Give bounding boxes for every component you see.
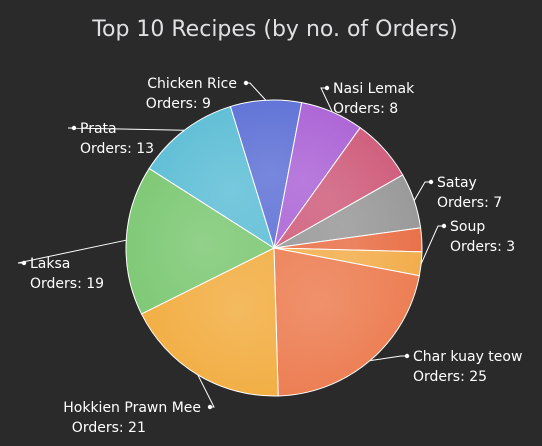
slice-label-value: Orders: 7 [437,195,502,211]
slice-label-name: Chicken Rice [147,76,237,92]
chart-title: Top 10 Recipes (by no. of Orders) [91,17,457,42]
slice-label-name: Prata [80,121,117,137]
slice-label-value: Orders: 8 [333,101,398,117]
label-dot [243,80,249,86]
slice-label-name: Satay [437,175,477,191]
slice-label-value: Orders: 25 [413,369,487,385]
label-dot [441,223,447,229]
label-connector [369,355,407,362]
slice-label-value: Orders: 9 [146,96,211,112]
label-dot [324,85,330,91]
slice-label-name: Nasi Lemak [333,81,415,97]
label-connector [413,181,431,201]
label-connector [246,82,267,101]
pie-chart: Top 10 Recipes (by no. of Orders) Chicke… [0,0,542,446]
slice-label-name: Laksa [30,256,70,272]
slice-label-value: Orders: 3 [450,239,515,255]
slice-label-value: Orders: 19 [30,276,104,292]
label-dot [404,353,410,359]
label-dot [428,179,434,185]
label-dot [21,260,27,266]
slice-label-value: Orders: 21 [72,420,146,436]
slice-label-name: Char kuay teow [413,349,522,365]
pie-slices [125,99,423,397]
slice-label-name: Soup [450,219,485,235]
chart-canvas: Top 10 Recipes (by no. of Orders) Chicke… [17,17,522,436]
label-connector [420,225,444,265]
label-dot [71,125,77,131]
label-dot [207,404,213,410]
slice-label-name: Hokkien Prawn Mee [63,400,201,416]
slice-label-value: Orders: 13 [80,141,154,157]
